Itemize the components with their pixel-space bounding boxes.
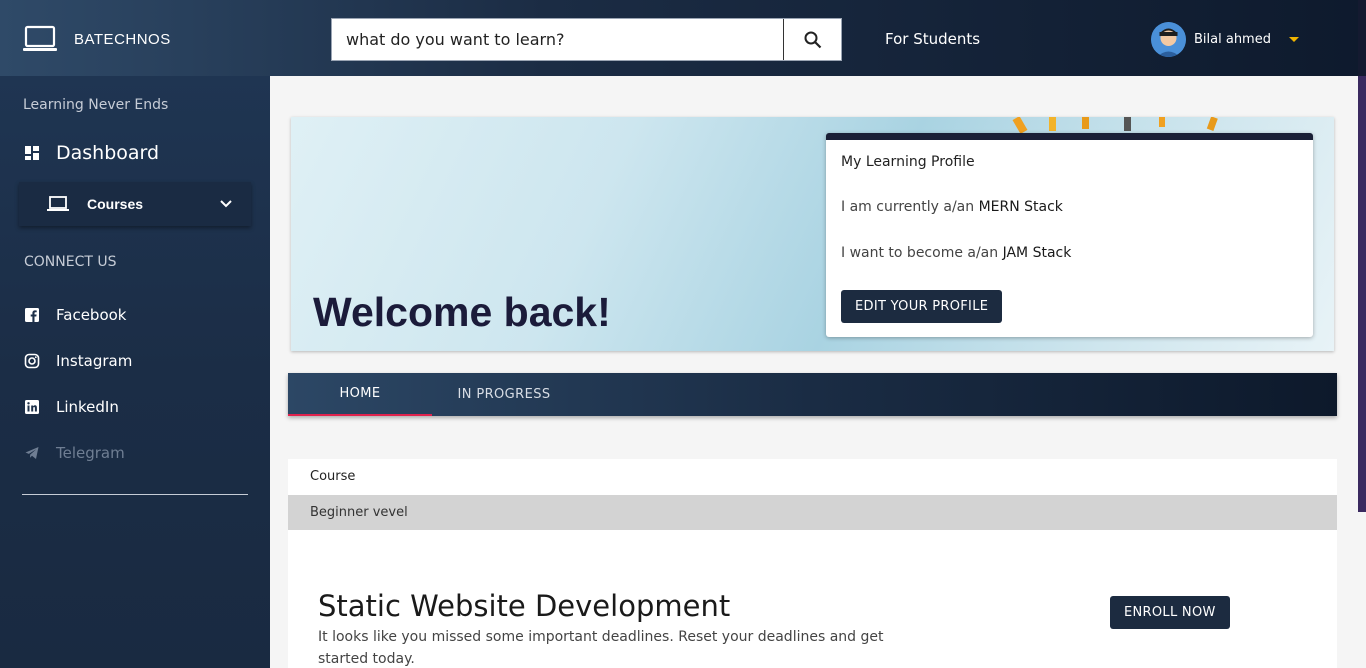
caret-down-icon[interactable] [1288, 37, 1299, 42]
sidebar-item-label: Courses [87, 196, 144, 212]
course-level: Beginner vevel [310, 505, 408, 520]
welcome-heading: Welcome back! [313, 289, 611, 335]
profile-card-title: My Learning Profile [841, 154, 975, 170]
facebook-icon [25, 308, 39, 322]
sidebar-item-linkedin[interactable]: LinkedIn [24, 398, 119, 416]
chevron-down-icon [220, 200, 232, 208]
sidebar-item-courses[interactable]: Courses [19, 182, 251, 226]
laptop-icon [23, 25, 57, 51]
search-icon [804, 31, 821, 48]
window-edge [1358, 0, 1366, 512]
connect-heading: CONNECT US [24, 254, 117, 270]
linkedin-icon [25, 400, 39, 414]
laptop-icon [47, 196, 69, 211]
top-bar: BATECHNOS For Students Bilal ahmed [0, 0, 1366, 76]
course-description: It looks like you missed some important … [318, 629, 884, 667]
profile-current-prefix: I am currently a/an [841, 199, 975, 215]
profile-goal-value: JAM Stack [1002, 245, 1072, 261]
user-avatar-icon [1151, 22, 1186, 57]
sidebar-item-label: LinkedIn [56, 398, 119, 416]
sidebar-item-dashboard[interactable]: Dashboard [24, 142, 159, 164]
sidebar-tagline: Learning Never Ends [23, 97, 169, 113]
course-title: Static Website Development [318, 589, 731, 623]
sidebar-item-label: Instagram [56, 352, 133, 370]
sidebar-item-label: Telegram [56, 444, 125, 462]
tab-home[interactable]: HOME [288, 373, 432, 416]
search-bar [331, 18, 842, 61]
search-button[interactable] [783, 19, 841, 60]
learning-profile-card: My Learning Profile I am currently a/an … [826, 133, 1313, 337]
for-students-link[interactable]: For Students [885, 30, 980, 48]
brand-name: BATECHNOS [74, 30, 171, 48]
enroll-now-button[interactable]: ENROLL NOW [1110, 596, 1230, 629]
profile-current-line: I am currently a/an MERN Stack [841, 199, 1063, 215]
dashboard-icon [25, 146, 39, 160]
search-input[interactable] [332, 19, 783, 60]
instagram-icon [24, 353, 40, 369]
sidebar: Learning Never Ends Dashboard Courses CO… [0, 76, 270, 668]
profile-goal-prefix: I want to become a/an [841, 245, 999, 261]
sidebar-item-facebook[interactable]: Facebook [24, 306, 126, 324]
level-row: Beginner vevel [288, 495, 1337, 530]
sidebar-divider [22, 494, 248, 495]
profile-current-value: MERN Stack [978, 199, 1063, 215]
user-name: Bilal ahmed [1194, 32, 1271, 47]
brand[interactable]: BATECHNOS [22, 24, 171, 54]
sidebar-item-telegram[interactable]: Telegram [24, 444, 125, 462]
edit-profile-button[interactable]: EDIT YOUR PROFILE [841, 290, 1003, 323]
tab-bar: HOME IN PROGRESS [288, 373, 1337, 416]
course-header: Course [310, 469, 356, 484]
sidebar-item-instagram[interactable]: Instagram [24, 352, 132, 370]
telegram-icon [25, 447, 39, 459]
course-panel: Course Beginner vevel Static Website Dev… [288, 459, 1337, 668]
user-menu[interactable]: Bilal ahmed [1151, 22, 1299, 57]
profile-goal-line: I want to become a/an JAM Stack [841, 245, 1071, 261]
sidebar-item-label: Facebook [56, 306, 127, 324]
window-edge-top [1358, 0, 1366, 76]
avatar [1151, 22, 1186, 57]
tab-in-progress[interactable]: IN PROGRESS [432, 373, 576, 416]
sidebar-item-label: Dashboard [56, 142, 160, 164]
